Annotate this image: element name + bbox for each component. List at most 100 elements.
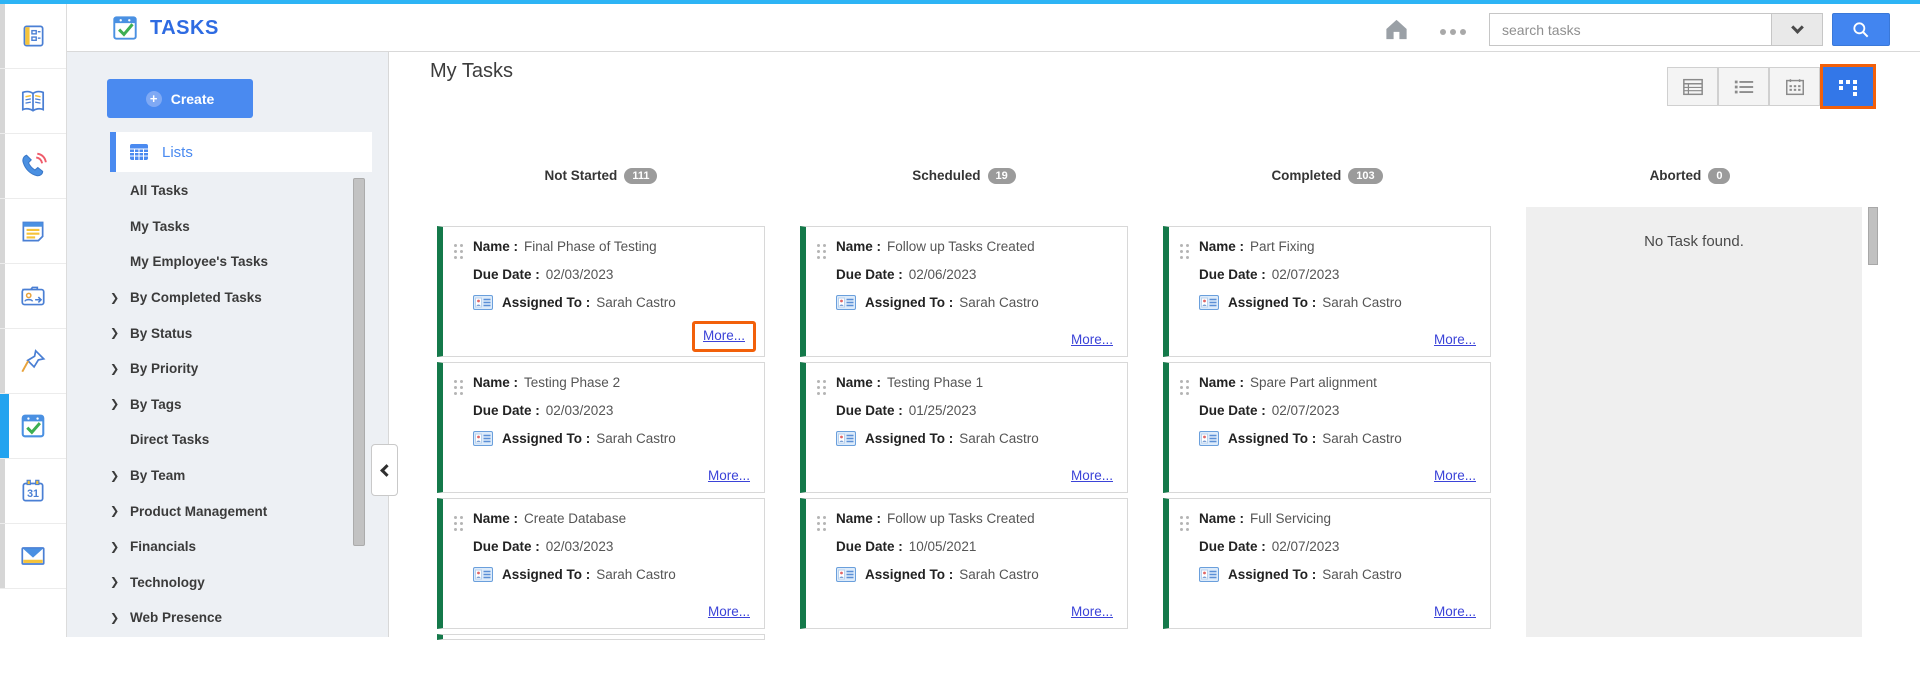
sidebar-item-all-tasks[interactable]: All Tasks [67, 173, 367, 209]
task-card[interactable]: Name : Create Database Due Date : 02/03/20… [437, 498, 765, 629]
rail-strip [0, 524, 5, 588]
more-link[interactable]: More... [703, 328, 745, 343]
sidebar-item-my-employees-tasks[interactable]: My Employee's Tasks [67, 244, 367, 280]
task-card[interactable]: Name : Follow up Tasks Created Due Date :… [800, 498, 1128, 629]
more-apps-button[interactable] [1440, 29, 1468, 35]
more-link[interactable]: More... [1071, 468, 1113, 483]
rail-item-calendar[interactable]: 31 [0, 459, 66, 524]
board-scrollbar[interactable] [1868, 207, 1878, 265]
rail-item-notes[interactable] [0, 199, 66, 264]
assigned-value: Sarah Castro [1322, 295, 1402, 310]
name-value: Testing Phase 1 [887, 375, 984, 390]
sidebar-item-web-presence[interactable]: Web Presence [67, 600, 367, 636]
drag-handle-icon[interactable] [817, 516, 820, 519]
task-card[interactable]: Name : Follow up Tasks Created Due Date :… [800, 226, 1128, 357]
sidebar-item-label: All Tasks [130, 183, 189, 199]
rail-strip [0, 264, 5, 328]
sidebar-item-by-priority[interactable]: By Priority [67, 351, 367, 387]
more-link[interactable]: More... [1434, 604, 1476, 619]
create-button[interactable]: + Create [107, 79, 253, 118]
task-card[interactable]: Name : Spare Part alignment Due Date : 02/… [1163, 362, 1491, 493]
rail-item-newsfeed[interactable] [0, 4, 66, 69]
task-card-partial [437, 634, 765, 640]
name-value: Final Phase of Testing [524, 239, 657, 254]
name-label: Name : [836, 511, 882, 526]
assigned-label: Assigned To : [865, 295, 954, 310]
assigned-value: Sarah Castro [596, 295, 676, 310]
more-link[interactable]: More... [708, 468, 750, 483]
create-button-label: Create [170, 90, 215, 107]
search-scope-dropdown[interactable] [1771, 13, 1823, 46]
home-button[interactable] [1383, 16, 1410, 48]
app-logo: TASKS [110, 13, 219, 43]
sidebar-item-label: My Tasks [130, 218, 190, 234]
task-card[interactable]: Name : Full Servicing Due Date : 02/07/202… [1163, 498, 1491, 629]
drag-handle-icon[interactable] [454, 244, 457, 247]
sidebar-item-my-tasks[interactable]: My Tasks [67, 209, 367, 245]
drag-handle-icon[interactable] [817, 380, 820, 383]
sidebar-item-label: Technology [130, 574, 205, 590]
more-link[interactable]: More... [708, 604, 750, 619]
notes-icon [22, 221, 44, 242]
task-card[interactable]: Name : Final Phase of Testing Due Date : 0… [437, 226, 765, 357]
contacts-folder-icon [21, 286, 45, 306]
sidebar-item-label: My Employee's Tasks [130, 254, 269, 270]
sidebar-item-by-team[interactable]: By Team [67, 458, 367, 494]
rail-item-tasks[interactable] [0, 394, 66, 459]
assigned-value: Sarah Castro [1322, 431, 1402, 446]
sidebar-item-product-management[interactable]: Product Management [67, 493, 367, 529]
more-link[interactable]: More... [1434, 468, 1476, 483]
assigned-value: Sarah Castro [959, 567, 1039, 582]
newsfeed-icon [23, 25, 44, 47]
contact-card-icon [836, 431, 856, 446]
sidebar-item-label: By Priority [130, 361, 199, 377]
task-card[interactable]: Name : Testing Phase 1 Due Date : 01/25/20… [800, 362, 1128, 493]
search-icon [1853, 21, 1869, 37]
column-label: Completed [1271, 168, 1342, 183]
search-button[interactable] [1832, 13, 1890, 46]
sidebar-item-by-completed-tasks[interactable]: By Completed Tasks [67, 280, 367, 316]
sidebar-item-direct-tasks[interactable]: Direct Tasks [67, 422, 367, 458]
column-count-badge: 103 [1348, 168, 1383, 184]
sidebar-item-by-status[interactable]: By Status [67, 315, 367, 351]
drag-handle-icon[interactable] [1180, 380, 1183, 383]
list-view-button[interactable] [1718, 67, 1769, 106]
calendar-view-button[interactable] [1769, 67, 1820, 106]
more-link[interactable]: More... [1071, 604, 1113, 619]
drag-handle-icon[interactable] [817, 244, 820, 247]
sidebar-collapse-button[interactable] [371, 444, 398, 496]
rail-item-pinned[interactable] [0, 329, 66, 394]
sidebar-item-financials[interactable]: Financials [67, 529, 367, 565]
task-card[interactable]: Name : Part Fixing Due Date : 02/07/2023 A… [1163, 226, 1491, 357]
more-link[interactable]: More... [1071, 332, 1113, 347]
search-input[interactable] [1489, 13, 1771, 46]
rail-item-contacts[interactable] [0, 264, 66, 329]
task-card[interactable]: Name : Testing Phase 2 Due Date : 02/03/20… [437, 362, 765, 493]
card-name-row: Name : Create Database [473, 511, 626, 526]
rail-item-mail[interactable] [0, 524, 66, 589]
column-count-badge: 111 [624, 168, 658, 184]
rail-item-knowledge[interactable] [0, 69, 66, 134]
sidebar-item-technology[interactable]: Technology [67, 565, 367, 601]
more-link[interactable]: More... [1434, 332, 1476, 347]
drag-handle-icon[interactable] [1180, 244, 1183, 247]
card-due-row: Due Date : 01/25/2023 [836, 403, 976, 418]
sidebar-item-label: Product Management [130, 503, 268, 519]
sidebar-item-label: Web Presence [130, 610, 223, 626]
sidebar-item-by-tags[interactable]: By Tags [67, 387, 367, 423]
tasks-icon [21, 414, 45, 438]
rail-item-calls[interactable] [0, 134, 66, 199]
drag-handle-icon[interactable] [454, 380, 457, 383]
card-due-row: Due Date : 02/03/2023 [473, 403, 613, 418]
table-view-button[interactable] [1667, 67, 1718, 106]
sidebar-item-lists[interactable]: Lists [110, 132, 372, 172]
sidebar-item-label: By Status [130, 325, 193, 341]
assigned-label: Assigned To : [502, 431, 591, 446]
sidebar-item-label: Direct Tasks [130, 432, 210, 448]
kanban-view-button[interactable] [1820, 64, 1876, 109]
assigned-label: Assigned To : [502, 295, 591, 310]
drag-handle-icon[interactable] [1180, 516, 1183, 519]
drag-handle-icon[interactable] [454, 516, 457, 519]
sidebar-scrollbar[interactable] [353, 178, 365, 546]
name-value: Follow up Tasks Created [887, 511, 1035, 526]
